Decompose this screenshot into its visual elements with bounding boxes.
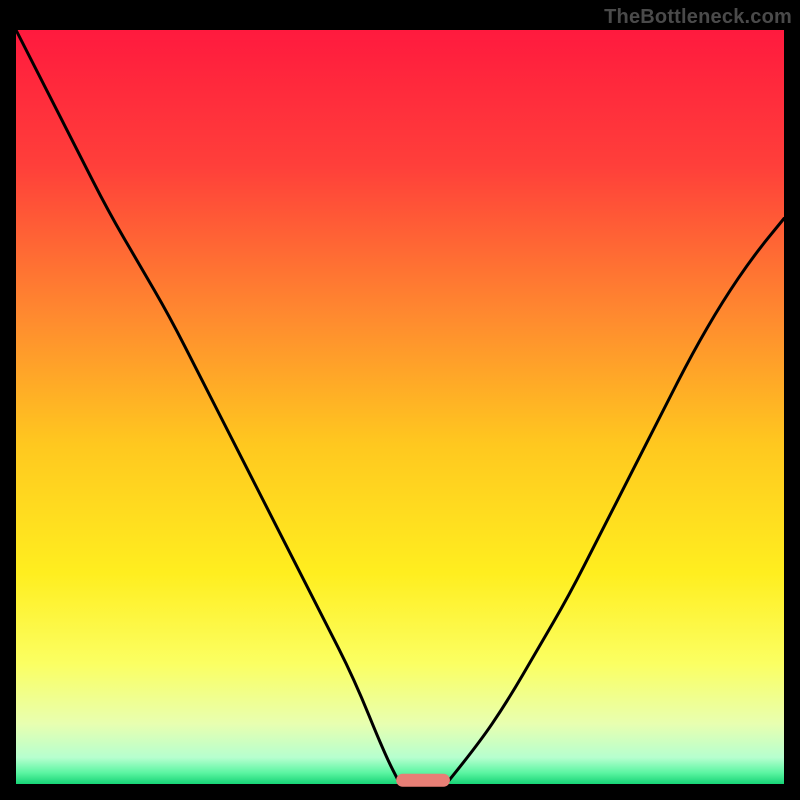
chart-gradient-bg: [16, 30, 784, 784]
watermark-text: TheBottleneck.com: [604, 6, 792, 29]
bottleneck-pill: [396, 774, 450, 787]
chart-container: TheBottleneck.com: [0, 0, 800, 800]
bottleneck-chart: [0, 0, 800, 800]
